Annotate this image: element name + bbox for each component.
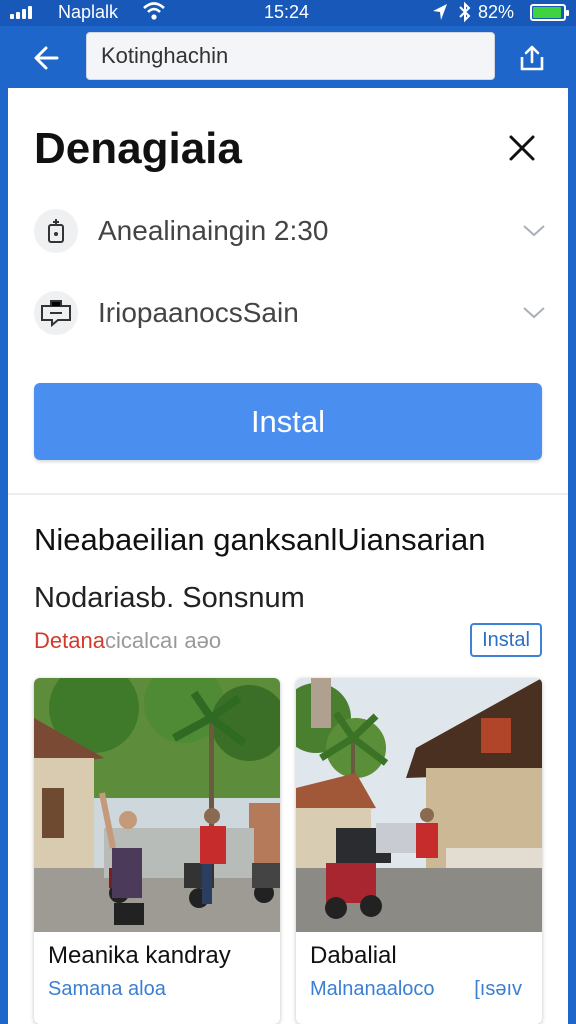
card-title: Dabalial: [310, 942, 397, 969]
clock: 15:24: [264, 2, 310, 22]
carrier-name: Naplalk: [58, 2, 119, 22]
address-text: Kotinghachin: [101, 43, 229, 68]
share-button[interactable]: [510, 36, 554, 80]
card-badge[interactable]: [ısəıv: [474, 978, 522, 1001]
screen-share-icon: [34, 291, 78, 335]
card-subtitle[interactable]: Malnanaaloco: [310, 978, 435, 1001]
card-title: Meanika kandray: [48, 942, 231, 969]
arrow-left-icon: [34, 46, 59, 70]
section-tag-highlight: Detana: [34, 628, 105, 653]
back-button[interactable]: [24, 36, 68, 80]
street-photo: [34, 678, 280, 932]
close-icon: [509, 135, 535, 161]
battery-percent: 82%: [478, 2, 515, 22]
section-subheading: Nodariasb. Sonsnum: [34, 582, 305, 614]
signal-icon: [10, 5, 32, 19]
section-heading: Nieabaeilian ganksanlUiansarian: [34, 522, 486, 557]
option-label: IriopaanocsSain: [98, 297, 299, 328]
option-row-screen[interactable]: IriopaanocsSain: [34, 288, 548, 338]
chevron-down-icon: [520, 217, 548, 245]
option-label: Anealinaingin 2:30: [98, 215, 329, 246]
app-bar: Kotinghachin: [0, 26, 576, 88]
close-button[interactable]: [502, 128, 542, 168]
address-field[interactable]: Kotinghachin: [86, 32, 495, 80]
status-bar: Naplalk 15:24 82%: [0, 0, 576, 26]
listing-card[interactable]: Dabalial Malnanaaloco [ısəıv: [296, 678, 542, 1024]
battery-icon: [530, 4, 569, 21]
section-tag: Detanacicalcaı aəo: [34, 628, 221, 654]
bottom-sheet: Denagiaia Anealinaingin 2:30 Iriopaanocs…: [8, 88, 568, 1024]
listing-card[interactable]: Meanika kandray Samana aloa: [34, 678, 280, 1024]
bluetooth-icon: [457, 1, 473, 28]
location-icon: [430, 1, 450, 28]
ticket-icon: [34, 209, 78, 253]
street-photo: [296, 678, 542, 932]
wifi-icon: [142, 0, 166, 27]
share-icon: [520, 45, 544, 71]
card-subtitle[interactable]: Samana aloa: [48, 978, 166, 1001]
install-button[interactable]: Instal: [34, 383, 542, 460]
sheet-title: Denagiaia: [34, 124, 242, 173]
chevron-down-icon: [520, 299, 548, 327]
section-tag-text: cicalcaı aəo: [104, 628, 222, 653]
option-row-schedule[interactable]: Anealinaingin 2:30: [34, 206, 548, 256]
section-install-button[interactable]: Instal: [470, 623, 542, 657]
divider: [8, 493, 568, 495]
